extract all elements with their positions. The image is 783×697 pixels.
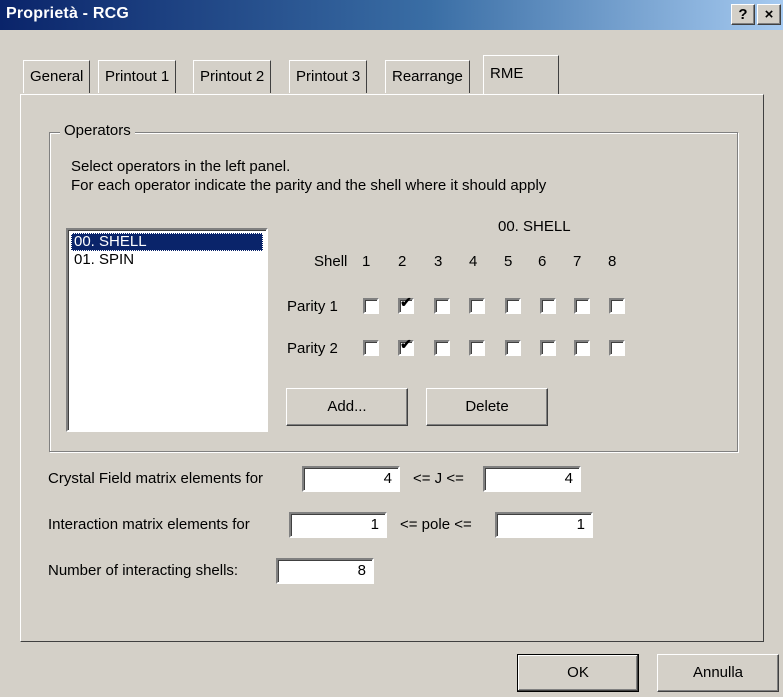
checkmark-icon: ✔ bbox=[400, 294, 412, 310]
operators-group-label: Operators bbox=[60, 122, 135, 139]
parity-1-label: Parity 1 bbox=[287, 298, 338, 315]
parity-1-shell-8-checkbox[interactable] bbox=[609, 298, 625, 314]
operators-listbox[interactable]: 00. SHELL 01. SPIN bbox=[66, 228, 268, 432]
parity-1-shell-4-checkbox[interactable] bbox=[469, 298, 485, 314]
checkmark-icon: ✔ bbox=[400, 336, 412, 352]
operators-instructions-line1: Select operators in the left panel. bbox=[71, 158, 291, 175]
operators-instructions-line2: For each operator indicate the parity an… bbox=[71, 177, 547, 194]
interaction-between-label: <= pole <= bbox=[400, 516, 472, 533]
parity-2-shell-8-checkbox[interactable] bbox=[609, 340, 625, 356]
list-item-spin[interactable]: 01. SPIN bbox=[71, 251, 137, 269]
window-title: Proprietà - RCG bbox=[6, 5, 130, 22]
delete-button[interactable]: Delete bbox=[426, 388, 548, 426]
add-button[interactable]: Add... bbox=[286, 388, 408, 426]
tab-rearrange[interactable]: Rearrange bbox=[385, 60, 470, 93]
properties-dialog: Proprietà - RCG ? × General Printout 1 P… bbox=[0, 0, 783, 697]
tab-rme[interactable]: RME bbox=[483, 55, 559, 94]
list-item-shell[interactable]: 00. SHELL bbox=[71, 233, 263, 251]
close-button[interactable]: × bbox=[757, 4, 781, 25]
crystal-field-label: Crystal Field matrix elements for bbox=[48, 470, 264, 487]
shell-number-8: 8 bbox=[608, 253, 617, 270]
parity-1-shell-2-checkbox[interactable]: ✔ bbox=[398, 294, 414, 314]
ok-button[interactable]: OK bbox=[517, 654, 639, 692]
cancel-button[interactable]: Annulla bbox=[657, 654, 779, 692]
interaction-from-field[interactable]: 1 bbox=[289, 512, 387, 538]
shell-number-1: 1 bbox=[362, 253, 371, 270]
parity-1-shell-6-checkbox[interactable] bbox=[540, 298, 556, 314]
parity-2-shell-1-checkbox[interactable] bbox=[363, 340, 379, 356]
shell-label: Shell bbox=[314, 253, 348, 270]
shell-number-3: 3 bbox=[434, 253, 443, 270]
crystal-field-from-field[interactable]: 4 bbox=[302, 466, 400, 492]
shell-number-2: 2 bbox=[398, 253, 407, 270]
parity-2-shell-7-checkbox[interactable] bbox=[574, 340, 590, 356]
selected-operator-title: 00. SHELL bbox=[498, 218, 571, 235]
parity-1-shell-3-checkbox[interactable] bbox=[434, 298, 450, 314]
tab-panel-rme: Operators Select operators in the left p… bbox=[20, 94, 764, 642]
parity-2-shell-2-checkbox[interactable]: ✔ bbox=[398, 336, 414, 356]
parity-2-shell-3-checkbox[interactable] bbox=[434, 340, 450, 356]
parity-2-shell-4-checkbox[interactable] bbox=[469, 340, 485, 356]
parity-1-shell-7-checkbox[interactable] bbox=[574, 298, 590, 314]
parity-2-shell-5-checkbox[interactable] bbox=[505, 340, 521, 356]
interaction-to-field[interactable]: 1 bbox=[495, 512, 593, 538]
parity-1-shell-1-checkbox[interactable] bbox=[363, 298, 379, 314]
parity-1-shell-5-checkbox[interactable] bbox=[505, 298, 521, 314]
interacting-shells-label: Number of interacting shells: bbox=[48, 562, 239, 579]
help-button[interactable]: ? bbox=[731, 4, 755, 25]
tab-printout-1[interactable]: Printout 1 bbox=[98, 60, 177, 93]
shell-number-6: 6 bbox=[538, 253, 547, 270]
shell-number-7: 7 bbox=[573, 253, 582, 270]
tab-general[interactable]: General bbox=[23, 60, 91, 93]
interacting-shells-field[interactable]: 8 bbox=[276, 558, 374, 584]
crystal-field-between-label: <= J <= bbox=[413, 470, 464, 487]
interaction-label: Interaction matrix elements for bbox=[48, 516, 250, 533]
title-bar[interactable]: Proprietà - RCG ? × bbox=[0, 0, 783, 30]
shell-number-5: 5 bbox=[504, 253, 513, 270]
tab-printout-3[interactable]: Printout 3 bbox=[289, 60, 368, 93]
tab-printout-2[interactable]: Printout 2 bbox=[193, 60, 272, 93]
parity-2-shell-6-checkbox[interactable] bbox=[540, 340, 556, 356]
shell-number-4: 4 bbox=[469, 253, 478, 270]
parity-2-label: Parity 2 bbox=[287, 340, 338, 357]
crystal-field-to-field[interactable]: 4 bbox=[483, 466, 581, 492]
